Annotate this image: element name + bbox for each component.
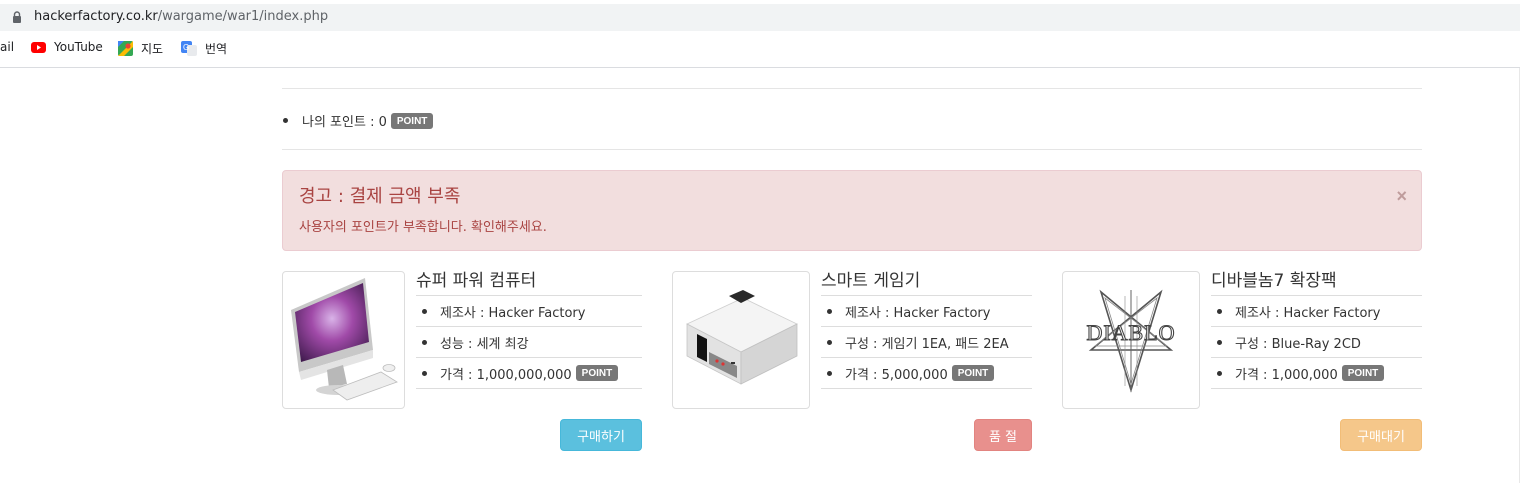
diablo-logo-text: DIABLO	[1086, 320, 1175, 345]
point-badge: POINT	[575, 365, 619, 381]
spec-text: 구성 : Blue-Ray 2CD	[1235, 336, 1361, 352]
list-bullet	[1217, 339, 1222, 345]
spec-item: 가격 : 1,000,000,000 POINT	[416, 357, 642, 389]
diablo-logo-image: DIABLO	[1086, 289, 1175, 393]
list-bullet	[827, 308, 832, 314]
spec-text: 구성 : 게임기 1EA, 패드 2EA	[845, 336, 1009, 352]
list-bullet	[422, 308, 427, 314]
spec-text: 제조사 : Hacker Factory	[1235, 305, 1381, 321]
spec-item: 가격 : 5,000,000 POINT	[821, 357, 1032, 389]
list-bullet	[422, 370, 427, 376]
list-bullet	[827, 339, 832, 345]
divider	[282, 149, 1422, 150]
product-image-diablo: DIABLO	[1062, 271, 1200, 409]
my-points: 나의 포인트 : 0 POINT	[283, 111, 434, 130]
product-card-game-console: 스마트 게임기 제조사 : Hacker Factory 구성 : 게임기 1E…	[672, 271, 1032, 461]
alert-title: 경고 : 결제 금액 부족	[299, 186, 461, 207]
spec-text: 제조사 : Hacker Factory	[845, 305, 991, 321]
url-path: /wargame/war1/index.php	[157, 9, 329, 24]
spec-item: 구성 : Blue-Ray 2CD	[1211, 326, 1422, 357]
translate-icon: G	[181, 41, 197, 56]
bookmark-label: 번역	[205, 42, 228, 56]
point-badge: POINT	[390, 112, 434, 129]
point-badge: POINT	[1341, 365, 1385, 381]
product-card-diablo-expansion: DIABLO 디바블놈7 확장팩 제조사 : Hacker Factory 구성…	[1062, 271, 1422, 461]
product-name: 슈퍼 파워 컴퓨터	[416, 271, 537, 291]
spec-text: 가격 : 1,000,000,000	[440, 367, 572, 383]
svg-text:G: G	[183, 43, 189, 52]
bookmark-maps[interactable]: 지도	[118, 40, 163, 57]
preorder-button[interactable]: 구매대기	[1340, 419, 1422, 451]
spec-item: 성능 : 세계 최강	[416, 326, 642, 357]
bookmark-label: 지도	[141, 42, 164, 56]
divider	[282, 88, 1422, 89]
list-bullet	[1217, 370, 1222, 376]
bookmark-gmail[interactable]: ail	[0, 40, 14, 54]
list-bullet	[422, 339, 427, 345]
product-card-computer: 슈퍼 파워 컴퓨터 제조사 : Hacker Factory 성능 : 세계 최…	[282, 271, 642, 461]
sold-out-button[interactable]: 품 절	[974, 419, 1032, 451]
product-image-computer	[282, 271, 405, 409]
product-image-game-console	[672, 271, 810, 409]
list-bullet	[283, 118, 288, 123]
close-icon[interactable]: ×	[1396, 186, 1407, 207]
spec-text: 제조사 : Hacker Factory	[440, 305, 586, 321]
bookmark-label: YouTube	[54, 40, 103, 54]
product-name: 스마트 게임기	[821, 271, 921, 291]
product-specs: 제조사 : Hacker Factory 구성 : 게임기 1EA, 패드 2E…	[821, 295, 1032, 389]
payment-alert: 경고 : 결제 금액 부족 사용자의 포인트가 부족합니다. 확인해주세요. ×	[282, 170, 1422, 251]
address-bar[interactable]: hackerfactory.co.kr/wargame/war1/index.p…	[0, 4, 1520, 31]
spec-text: 성능 : 세계 최강	[440, 336, 529, 352]
spec-text: 가격 : 1,000,000	[1235, 367, 1338, 383]
bookmark-translate[interactable]: G 번역	[181, 40, 227, 57]
url-text: hackerfactory.co.kr/wargame/war1/index.p…	[34, 9, 328, 24]
product-specs: 제조사 : Hacker Factory 구성 : Blue-Ray 2CD 가…	[1211, 295, 1422, 389]
product-name: 디바블놈7 확장팩	[1211, 271, 1337, 291]
points-label: 나의 포인트 : 0	[302, 115, 387, 130]
product-specs: 제조사 : Hacker Factory 성능 : 세계 최강 가격 : 1,0…	[416, 295, 642, 389]
buy-button[interactable]: 구매하기	[560, 419, 642, 451]
chrome-divider	[0, 67, 1520, 68]
bookmark-label: ail	[0, 40, 15, 54]
maps-icon	[118, 41, 133, 56]
youtube-icon	[31, 41, 46, 53]
spec-item: 제조사 : Hacker Factory	[416, 295, 642, 326]
list-bullet	[827, 370, 832, 376]
point-badge: POINT	[951, 365, 995, 381]
bookmark-youtube[interactable]: YouTube	[31, 40, 103, 54]
url-host: hackerfactory.co.kr	[34, 9, 158, 24]
alert-message: 사용자의 포인트가 부족합니다. 확인해주세요.	[299, 220, 547, 235]
spec-item: 구성 : 게임기 1EA, 패드 2EA	[821, 326, 1032, 357]
spec-item: 제조사 : Hacker Factory	[1211, 295, 1422, 326]
lock-icon	[13, 11, 21, 23]
spec-item: 제조사 : Hacker Factory	[821, 295, 1032, 326]
list-bullet	[1217, 308, 1222, 314]
spec-item: 가격 : 1,000,000 POINT	[1211, 357, 1422, 389]
spec-text: 가격 : 5,000,000	[845, 367, 948, 383]
